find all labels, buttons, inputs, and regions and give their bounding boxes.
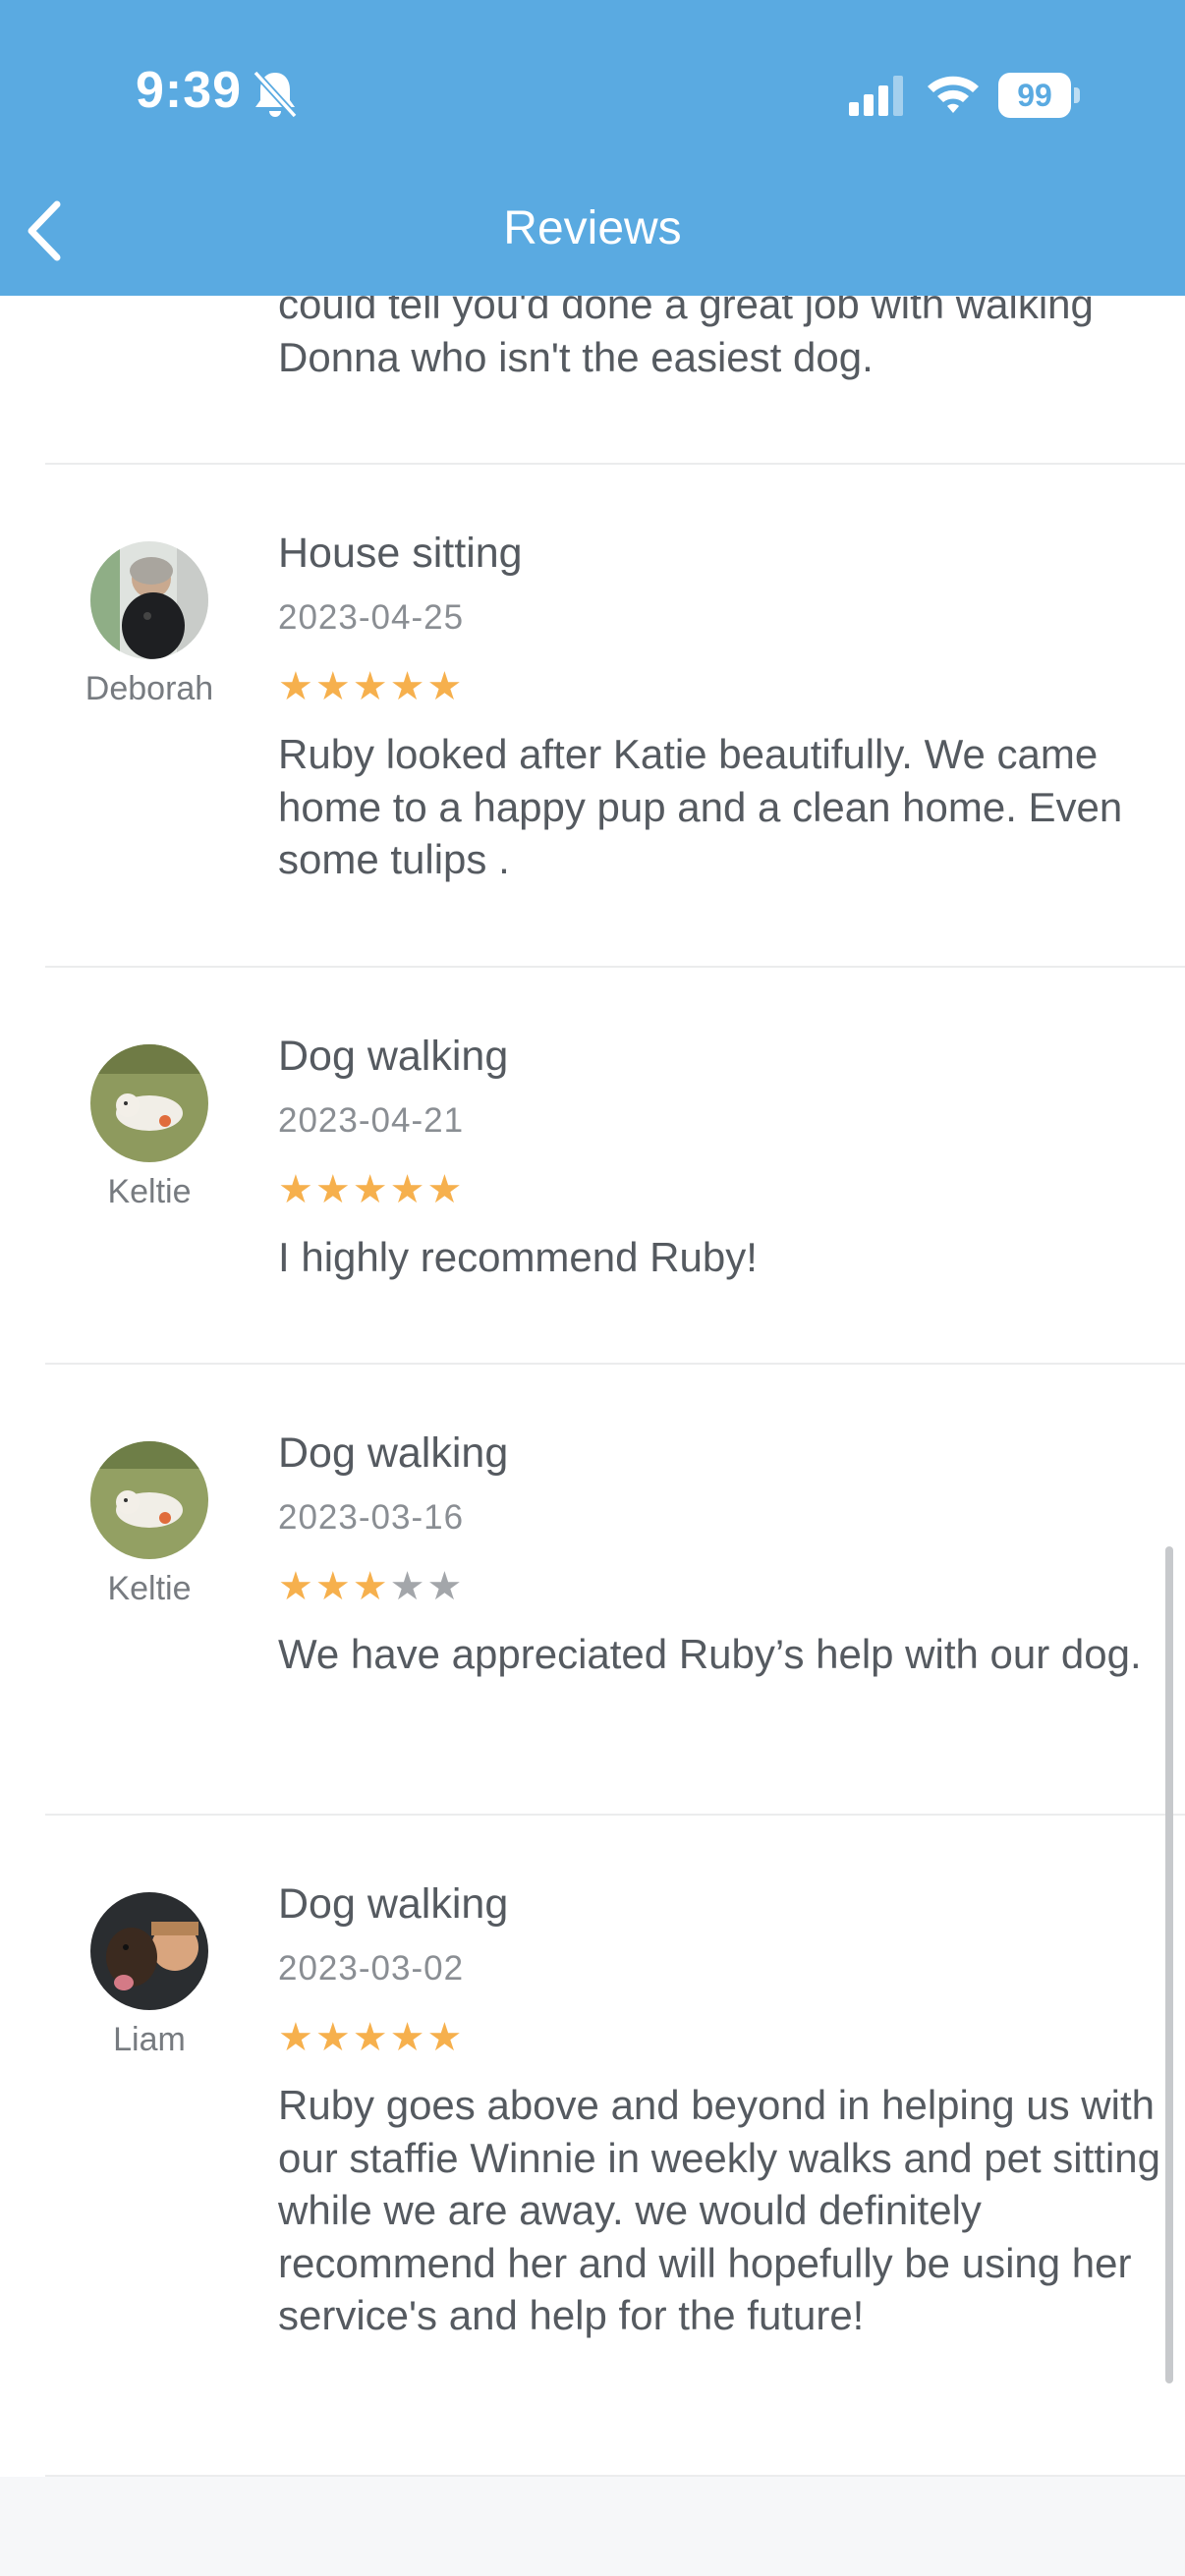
star-icon: ★ (389, 1168, 425, 1211)
star-rating: ★ ★ ★ ★ ★ (278, 1565, 463, 1608)
reviewer-avatar[interactable] (90, 1892, 208, 2010)
star-icon: ★ (426, 2016, 463, 2059)
scrollbar[interactable] (1165, 1546, 1173, 2383)
star-icon: ★ (352, 1565, 388, 1608)
review-text: Ruby goes above and beyond in helping us… (278, 2082, 1160, 2338)
star-icon: ★ (352, 665, 388, 708)
reviewer-name: Keltie (107, 1570, 192, 1607)
status-time: 9:39 (136, 62, 243, 119)
bell-slash-icon (253, 70, 298, 119)
star-icon: ★ (426, 665, 463, 708)
star-icon: ★ (278, 1565, 313, 1608)
star-icon: ★ (389, 665, 425, 708)
star-icon: ★ (314, 1168, 351, 1211)
review-date: 2023-04-25 (278, 598, 465, 637)
reviewer-avatar[interactable] (90, 1441, 208, 1559)
star-icon: ★ (278, 2016, 313, 2059)
reviewer-avatar[interactable] (90, 541, 208, 659)
review-service: Dog walking (278, 1880, 509, 1928)
star-icon: ★ (278, 1168, 313, 1211)
star-rating: ★ ★ ★ ★ ★ (278, 2016, 463, 2059)
list-footer (0, 2477, 1185, 2576)
star-icon: ★ (278, 665, 313, 708)
review-text: Ruby looked after Katie beautifully. We … (278, 731, 1123, 882)
star-icon: ★ (389, 1565, 425, 1608)
star-icon: ★ (389, 2016, 425, 2059)
battery-level: 99 (998, 73, 1071, 118)
review-service: House sitting (278, 530, 523, 577)
page-title: Reviews (503, 202, 682, 254)
star-icon: ★ (426, 1565, 463, 1608)
star-rating: ★ ★ ★ ★ ★ (278, 1168, 463, 1211)
review-service: Dog walking (278, 1429, 509, 1477)
star-rating: ★ ★ ★ ★ ★ (278, 665, 463, 708)
reviewer-name: Liam (113, 2021, 186, 2058)
reviewer-name: Keltie (107, 1173, 192, 1210)
star-icon: ★ (314, 1565, 351, 1608)
review-card: Keltie Dog walking 2023-03-16 ★ ★ ★ ★ ★ We h… (45, 1365, 1185, 1816)
review-card: Liam Dog walking 2023-03-02 ★ ★ ★ ★ ★ Ruby g… (45, 1816, 1185, 2477)
signal-icon (849, 76, 903, 116)
reviewer-name: Deborah (85, 670, 214, 707)
star-icon: ★ (314, 665, 351, 708)
star-icon: ★ (352, 1168, 388, 1211)
nav-header: 9:39 99 Reviews (0, 0, 1185, 296)
battery-icon: 99 (998, 73, 1081, 118)
review-date: 2023-03-02 (278, 1949, 465, 1988)
review-service: Dog walking (278, 1033, 509, 1080)
review-date: 2023-03-16 (278, 1498, 465, 1537)
star-icon: ★ (426, 1168, 463, 1211)
review-card: Deborah House sitting 2023-04-25 ★ ★ ★ ★ ★ R… (45, 465, 1185, 968)
review-text: I highly recommend Ruby! (278, 1234, 758, 1280)
star-icon: ★ (314, 2016, 351, 2059)
wifi-icon (928, 76, 979, 113)
battery-tip (1074, 87, 1080, 103)
review-text: We have appreciated Ruby’s help with our… (278, 1631, 1142, 1677)
review-card: Keltie Dog walking 2023-04-21 ★ ★ ★ ★ ★ I hi… (45, 968, 1185, 1365)
review-date: 2023-04-21 (278, 1101, 465, 1140)
app-screen: could tell you'd done a great job with w… (0, 0, 1185, 2576)
reviewer-avatar[interactable] (90, 1044, 208, 1162)
star-icon: ★ (352, 2016, 388, 2059)
